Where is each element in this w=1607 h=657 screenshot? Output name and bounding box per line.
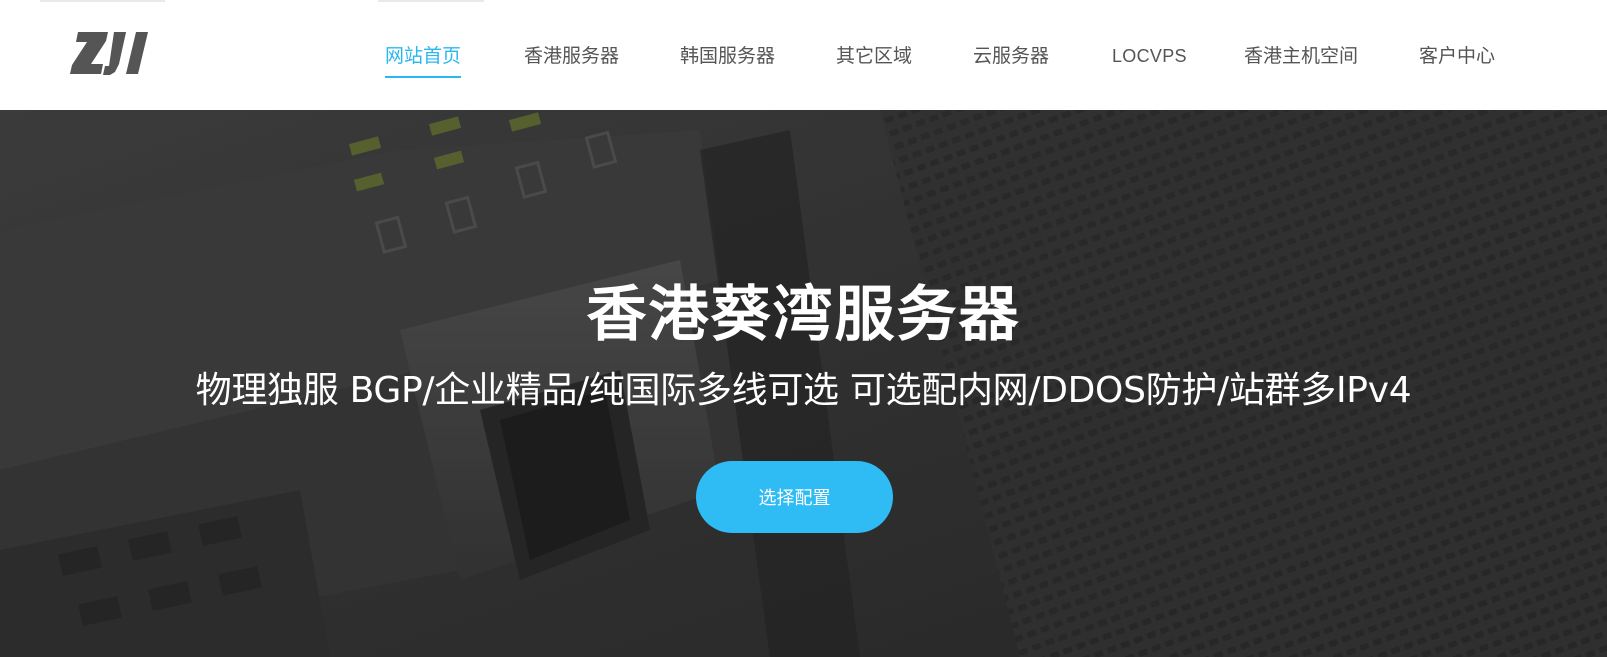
nav-item-home[interactable]: 网站首页 bbox=[385, 41, 462, 78]
nav-item-other-regions[interactable]: 其它区域 bbox=[836, 41, 912, 71]
nav-item-hk-servers[interactable]: 香港服务器 bbox=[524, 41, 619, 71]
nav-item-locvps[interactable]: LOCVPS bbox=[1112, 41, 1187, 71]
nav-item-cloud-servers[interactable]: 云服务器 bbox=[973, 41, 1049, 71]
nav-item-hk-hosting[interactable]: 香港主机空间 bbox=[1244, 41, 1358, 71]
nav-item-client-center[interactable]: 客户中心 bbox=[1419, 41, 1495, 71]
hero-title: 香港葵湾服务器 bbox=[586, 280, 1021, 350]
main-nav: 网站首页 香港服务器 韩国服务器 其它区域 云服务器 LOCVPS 香港主机空间… bbox=[0, 0, 1607, 110]
select-config-button[interactable]: 选择配置 bbox=[696, 461, 893, 533]
site-header: 网站首页 香港服务器 韩国服务器 其它区域 云服务器 LOCVPS 香港主机空间… bbox=[0, 0, 1607, 110]
hero-banner: 香港葵湾服务器 物理独服 BGP/企业精品/纯国际多线可选 可选配内网/DDOS… bbox=[0, 110, 1607, 657]
hero-subtitle: 物理独服 BGP/企业精品/纯国际多线可选 可选配内网/DDOS防护/站群多IP… bbox=[195, 370, 1412, 411]
nav-item-korea-servers[interactable]: 韩国服务器 bbox=[680, 41, 775, 71]
page: 网站首页 香港服务器 韩国服务器 其它区域 云服务器 LOCVPS 香港主机空间… bbox=[0, 0, 1607, 657]
